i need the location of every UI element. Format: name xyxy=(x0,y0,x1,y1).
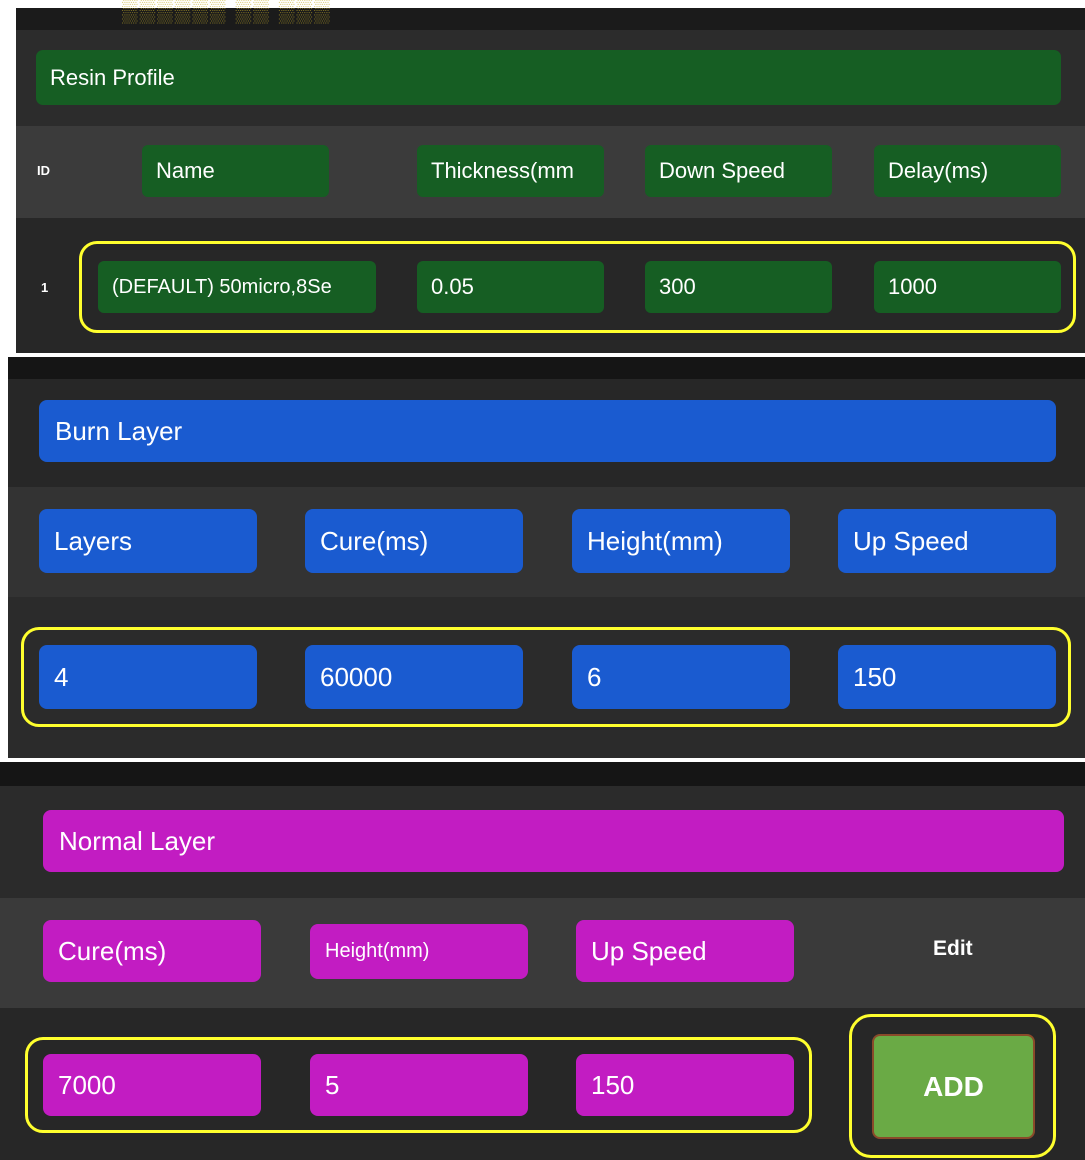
panel-top-strip: ▒▒▒▒▒▒ ▒▒ ▒▒▒ xyxy=(16,0,1085,30)
delay-column-header: Delay(ms) xyxy=(874,145,1061,197)
panel-top-strip xyxy=(0,762,1085,786)
panel-top-strip xyxy=(8,357,1085,379)
cut-off-header-text: ▒▒▒▒▒▒ ▒▒ ▒▒▒ xyxy=(122,0,332,23)
down-speed-column-header: Down Speed xyxy=(645,145,832,197)
resin-row-highlight xyxy=(79,241,1076,333)
edit-column-header: Edit xyxy=(933,937,973,960)
normal-cure-column-header: Cure(ms) xyxy=(43,920,261,982)
normal-up-speed-column-header: Up Speed xyxy=(576,920,794,982)
normal-layer-title: Normal Layer xyxy=(43,810,1064,872)
burn-values-highlight xyxy=(21,627,1071,727)
layers-column-header: Layers xyxy=(39,509,257,573)
thickness-column-header: Thickness(mm xyxy=(417,145,604,197)
separator xyxy=(0,353,1085,356)
cure-column-header: Cure(ms) xyxy=(305,509,523,573)
name-column-header: Name xyxy=(142,145,329,197)
height-column-header: Height(mm) xyxy=(572,509,790,573)
add-button-highlight xyxy=(849,1014,1056,1158)
id-column-header: ID xyxy=(37,163,50,178)
up-speed-column-header: Up Speed xyxy=(838,509,1056,573)
normal-height-column-header: Height(mm) xyxy=(310,924,528,979)
normal-values-highlight xyxy=(25,1037,812,1133)
row-id: 1 xyxy=(41,280,49,295)
burn-layer-title: Burn Layer xyxy=(39,400,1056,462)
separator xyxy=(0,758,1085,760)
resin-profile-title: Resin Profile xyxy=(36,50,1061,105)
